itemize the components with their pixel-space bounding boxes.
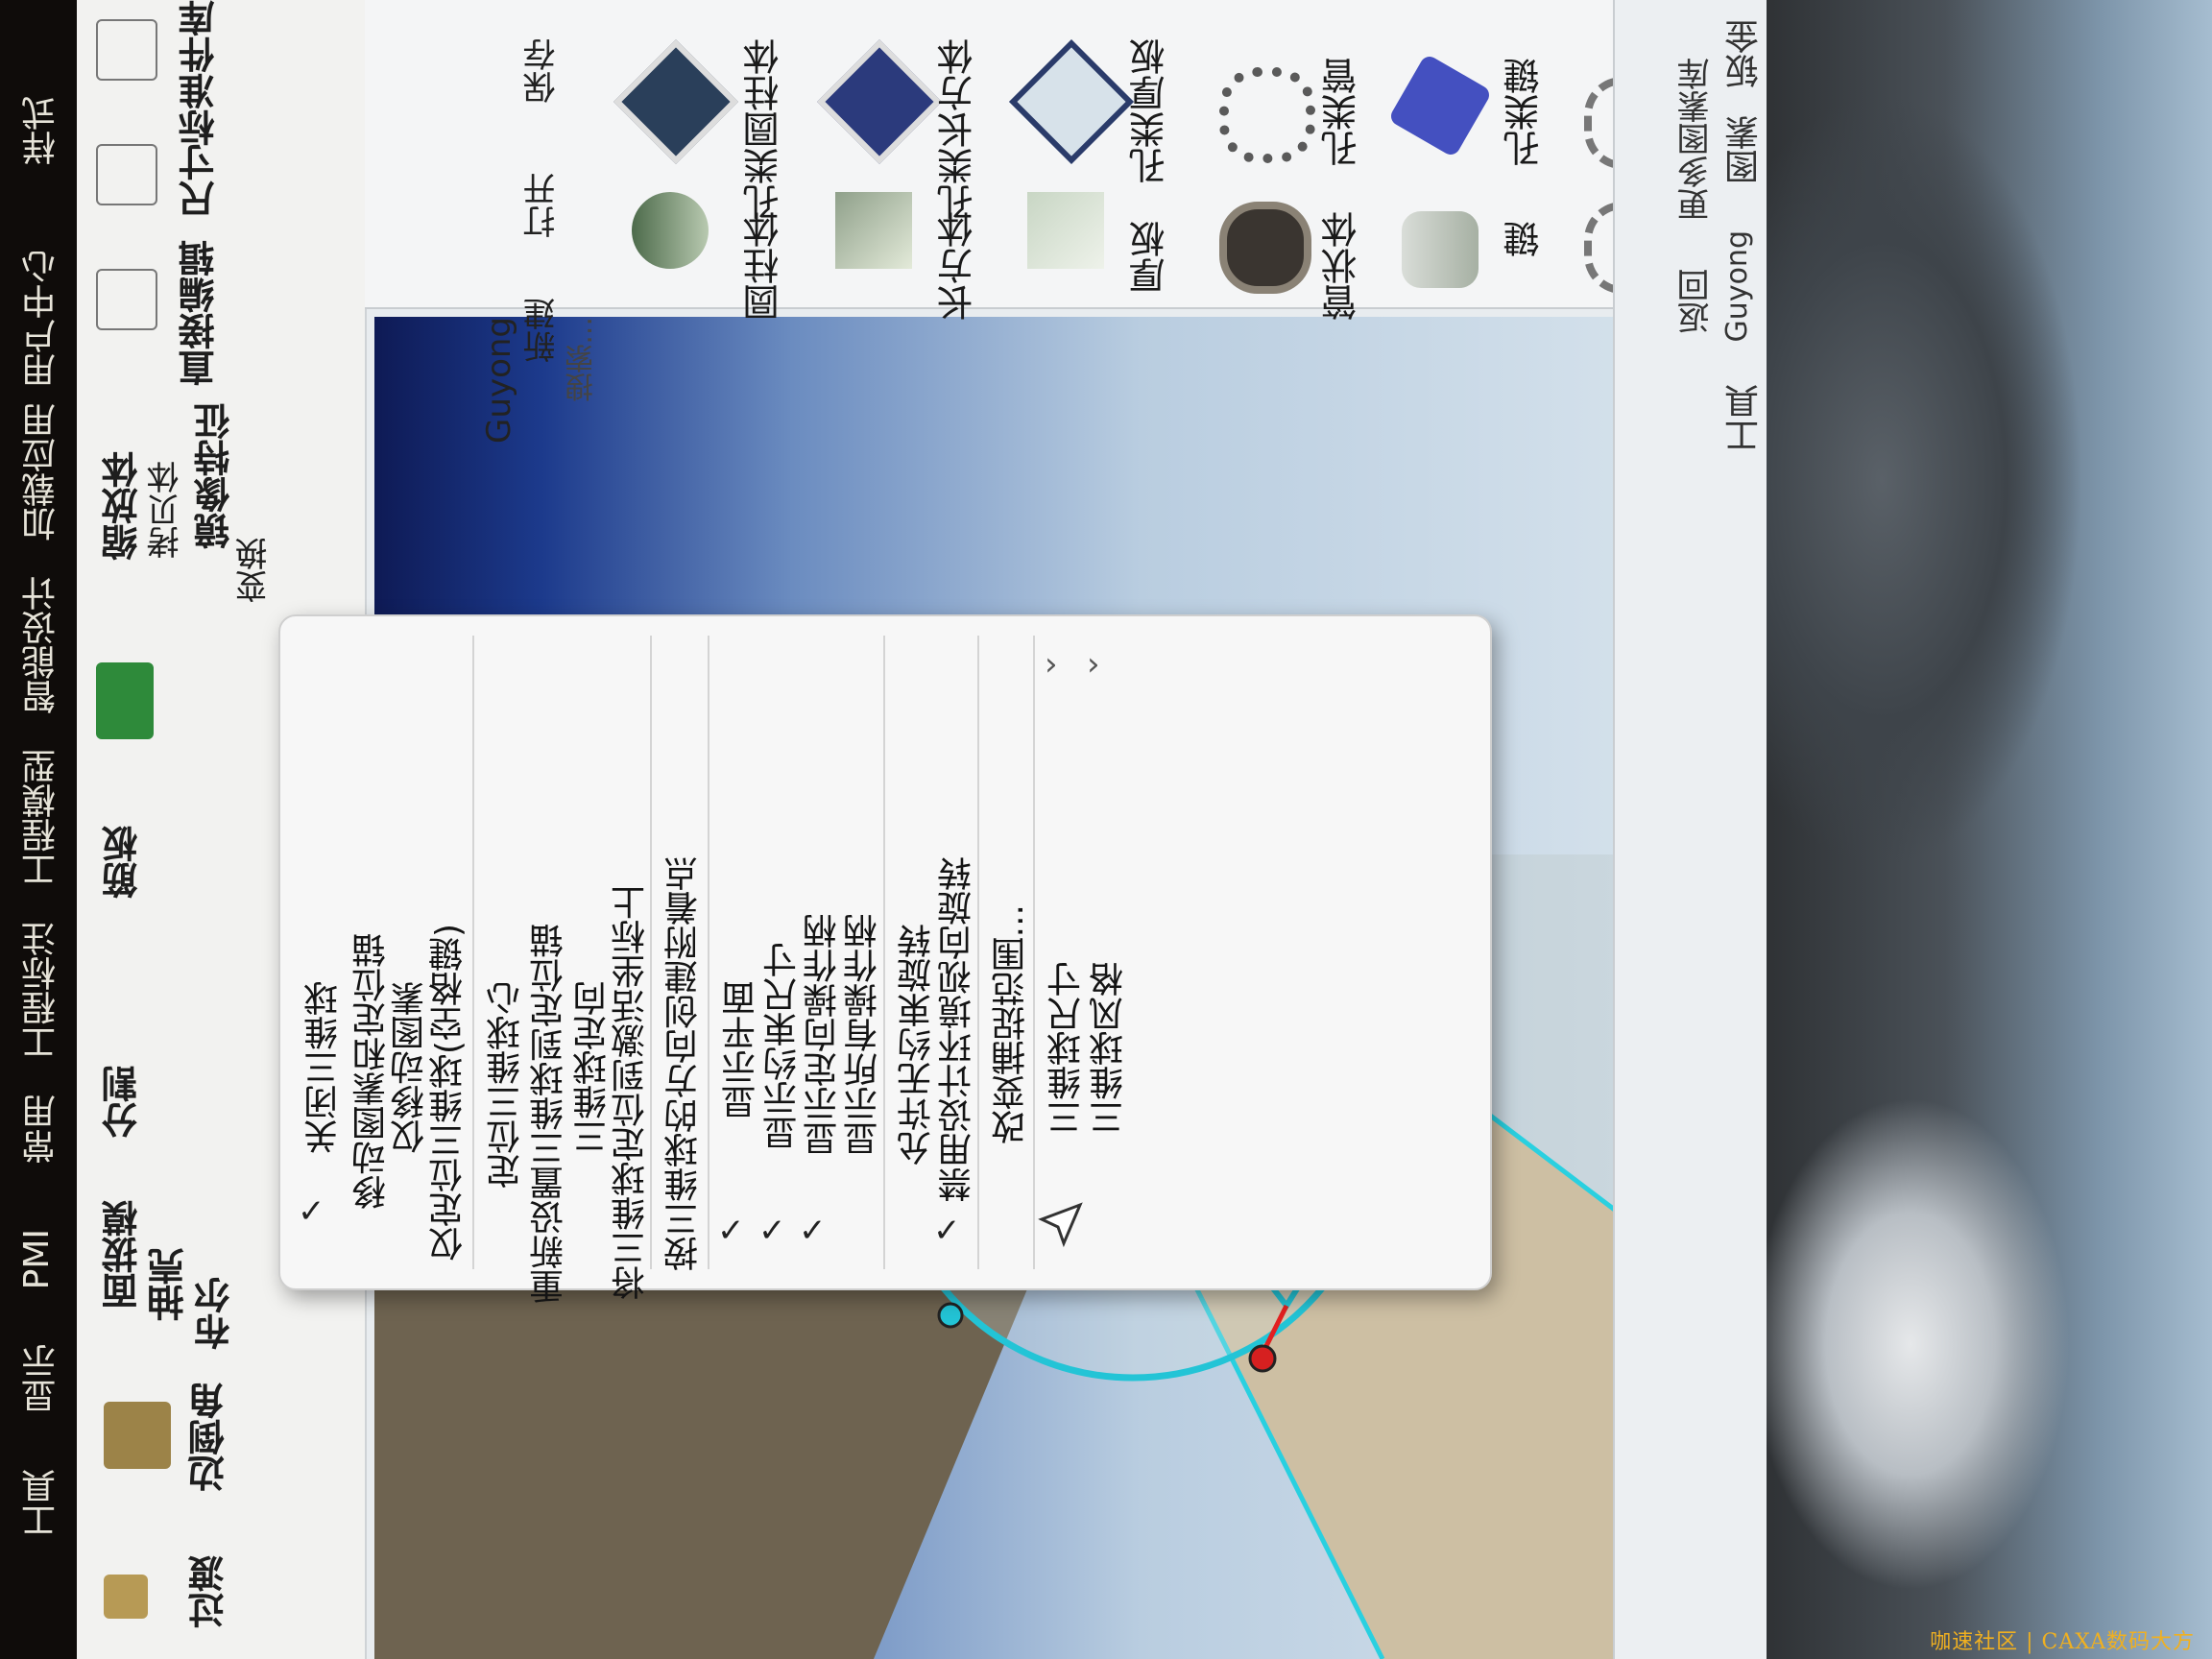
hole-box-thumb[interactable] xyxy=(816,38,943,165)
shell-button[interactable]: 抽壳 xyxy=(142,1248,195,1321)
check-icon: ✓ xyxy=(717,1212,745,1250)
submenu-arrow-icon: › xyxy=(1087,645,1100,684)
library-title: Guyong xyxy=(480,317,518,444)
menu-smart-design[interactable]: 智能设计 xyxy=(17,576,67,714)
menu-create-attach-point[interactable]: 按三维球的方向创建附着点 xyxy=(660,856,709,1271)
fillet-button[interactable]: 边倒角 xyxy=(182,1382,235,1492)
lib-item-cylinder[interactable]: 圆柱体 xyxy=(737,211,790,321)
menu-close-ball[interactable]: 关闭三维球 xyxy=(300,981,349,1154)
feature-icon[interactable] xyxy=(96,662,154,739)
menu-position-ball-only[interactable]: 仅定位三维球(空格键) xyxy=(424,924,474,1262)
lib-item-key[interactable]: 键 xyxy=(1498,221,1551,257)
copy-button[interactable]: 拷贝体 xyxy=(142,461,189,559)
lib-item-hole-plate[interactable]: 孔类厚板 xyxy=(1123,38,1176,184)
hole-plate-thumb[interactable] xyxy=(1008,38,1135,165)
back-button[interactable]: 返回 xyxy=(1672,269,1719,334)
check-icon: ✓ xyxy=(298,1192,325,1231)
ball-handle-red[interactable] xyxy=(1248,1344,1277,1373)
mirror-button[interactable]: 镜像特征 xyxy=(188,403,241,549)
menu-engineering-annotation[interactable]: 工程标注 xyxy=(17,922,67,1060)
menu-user-center[interactable]: 用户中心 xyxy=(17,250,67,388)
more-library-button[interactable]: 更多图素库 xyxy=(1672,58,1719,221)
tab-elements[interactable]: 图素 xyxy=(1720,115,1767,184)
ball-handle-cyan[interactable] xyxy=(937,1302,964,1329)
lib-item-hole-box[interactable]: 孔类长方体 xyxy=(931,38,984,221)
submenu-arrow-icon: › xyxy=(1045,645,1058,684)
design-library-panel: Guyong 新建 打开 保存 搜索... 圆柱体 孔类圆柱体 长方体 孔类长方… xyxy=(365,0,1767,444)
check-icon: ✓ xyxy=(799,1212,827,1250)
face-draft-button[interactable]: 面拔模 xyxy=(96,1200,149,1310)
transition-icon[interactable] xyxy=(104,1575,148,1619)
standard-parts-button[interactable]: 标准件库 xyxy=(173,0,226,146)
lib-item-hole-cylinder[interactable]: 孔类圆柱体 xyxy=(737,38,790,221)
menu-tools[interactable]: 工具 xyxy=(17,1469,67,1538)
transform-button[interactable]: 变换 xyxy=(230,538,277,603)
key-thumb[interactable] xyxy=(1402,211,1479,288)
plate-thumb[interactable] xyxy=(1027,192,1104,269)
dimension-icon[interactable] xyxy=(96,144,157,205)
tab-sheet-metal[interactable]: 钣金 xyxy=(1720,19,1767,88)
lib-item-hole-tube[interactable]: 孔类管 xyxy=(1315,58,1368,167)
rib-button[interactable]: 筋板 xyxy=(96,826,149,899)
caxa-window: 过渡 边倒角 面拔模 抽壳 布尔 分割 筋板 缩放体 拷贝体 镜像特征 变换 直… xyxy=(77,0,1767,1659)
tab-tools[interactable]: 工具 xyxy=(1720,384,1767,453)
lib-item-tube[interactable]: 管状体 xyxy=(1315,211,1368,321)
new-button[interactable]: 新建 xyxy=(518,298,565,363)
menu-common[interactable]: 常用 xyxy=(17,1094,67,1164)
open-button[interactable]: 打开 xyxy=(518,173,565,238)
transition-button[interactable]: 过渡 xyxy=(182,1555,235,1628)
check-icon: ✓ xyxy=(933,1212,961,1250)
menu-pmi[interactable]: PMI xyxy=(17,1229,57,1289)
hole-cylinder-thumb[interactable] xyxy=(613,38,739,165)
tab-guyong[interactable]: Guyong xyxy=(1720,230,1754,342)
lib-item-hole-key[interactable]: 孔类键 xyxy=(1498,58,1551,167)
save-button[interactable]: 保存 xyxy=(518,38,565,104)
dimension-button[interactable]: 尺寸 xyxy=(173,144,226,217)
check-icon: ✓ xyxy=(758,1212,786,1250)
menu-ball-style[interactable]: 三维球风格 xyxy=(1085,962,1135,1135)
menu-load-apps[interactable]: 加载应用 xyxy=(17,403,67,541)
cylinder-thumb[interactable] xyxy=(632,192,709,269)
split-button[interactable]: 分割 xyxy=(96,1066,149,1139)
lib-item-box[interactable]: 长方体 xyxy=(931,211,984,321)
library-tabs-panel: 返回 更多图素库 工具 Guyong 图素 钣金 xyxy=(1613,0,1767,1659)
tube-thumb[interactable] xyxy=(1219,202,1311,294)
menu-style[interactable]: 样式 xyxy=(17,96,67,165)
menu-show-all-handles[interactable]: 显示所有操作柄 xyxy=(839,914,889,1156)
box-thumb[interactable] xyxy=(835,192,912,269)
menu-bar: 工具 显示 PMI 常用 工程标注 工程模型 智能设计 加载应用 用户中心 样式 xyxy=(0,0,77,1659)
standard-parts-icon[interactable] xyxy=(96,19,157,81)
menu-display[interactable]: 显示 xyxy=(17,1344,67,1413)
watermark: 咖速社区 | CAXA数码大方 xyxy=(1930,1630,2195,1654)
hole-key-thumb[interactable] xyxy=(1387,53,1493,158)
3d-ball-context-menu: ✓ 关闭三维球 移动图素和定位锚 仅移动图素 仅定位三维球(空格键) 定位三维球… xyxy=(278,614,1492,1304)
direct-edit-button[interactable]: 直接编辑 xyxy=(173,240,226,386)
mouse-cursor-icon xyxy=(1038,1202,1083,1248)
menu-engineering-model[interactable]: 工程模型 xyxy=(17,749,67,887)
hole-tube-thumb[interactable] xyxy=(1219,67,1315,163)
fillet-icon[interactable] xyxy=(104,1402,171,1469)
lib-item-plate[interactable]: 厚板 xyxy=(1123,221,1176,294)
search-input[interactable]: 搜索... xyxy=(562,317,604,402)
boolean-button[interactable]: 布尔 xyxy=(188,1277,241,1350)
scale-button[interactable]: 缩放体 xyxy=(96,451,149,561)
direct-edit-icon[interactable] xyxy=(96,269,157,330)
menu-disable-view-rotation[interactable]: 禁用设计环境视向旋转 xyxy=(933,856,983,1202)
desktop-wallpaper xyxy=(1767,0,2212,1659)
menu-change-snap-range[interactable]: 改变捕捉范围... xyxy=(987,904,1037,1144)
